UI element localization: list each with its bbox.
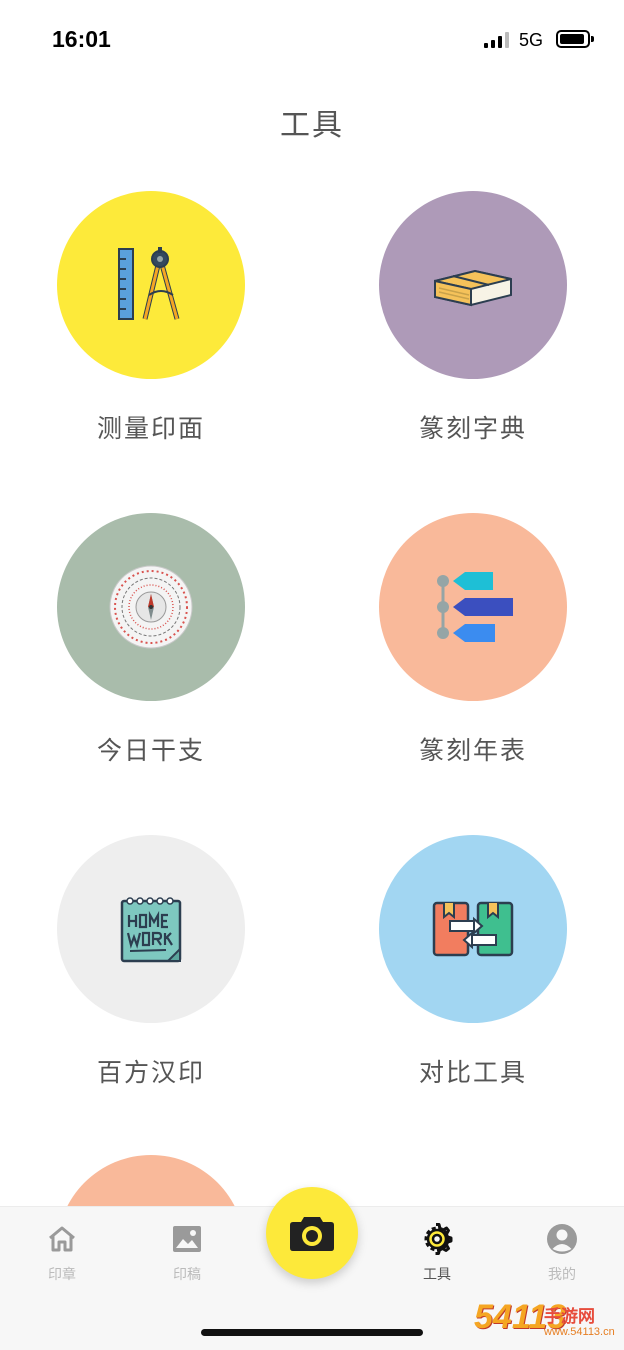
tool-circle[interactable] <box>57 191 245 379</box>
tool-circle[interactable] <box>379 191 567 379</box>
homework-notebook-icon <box>120 897 182 963</box>
tool-label: 测量印面 <box>96 414 205 443</box>
page-title: 工具 <box>280 108 344 143</box>
home-indicator <box>201 1329 423 1336</box>
home-icon <box>45 1222 79 1256</box>
signal-icon <box>484 32 512 48</box>
tool-compare[interactable]: 对比工具 <box>378 835 568 1089</box>
luopan-compass-icon <box>109 565 193 649</box>
gear-icon <box>420 1222 454 1256</box>
site-watermark: 54113 手游网 www.54113.cn <box>474 1298 620 1348</box>
tab-drafts[interactable]: 印稿 <box>147 1222 227 1284</box>
tool-circle[interactable] <box>57 513 245 701</box>
tab-tools[interactable]: 工具 <box>397 1222 477 1284</box>
tab-mine[interactable]: 我的 <box>522 1222 602 1284</box>
status-bar: 16:01 5G <box>0 0 624 80</box>
battery-icon <box>556 30 594 48</box>
tool-hundred-han-seals[interactable]: 百方汉印 <box>56 835 246 1089</box>
tool-label: 今日干支 <box>96 736 205 765</box>
tool-label: 篆刻年表 <box>418 736 527 765</box>
timeline-tags-icon <box>437 572 513 642</box>
tab-label: 我的 <box>548 1267 576 1283</box>
tool-daily-ganzhi[interactable]: 今日干支 <box>56 513 246 767</box>
network-type: 5G <box>519 30 544 50</box>
camera-icon <box>290 1217 334 1251</box>
tab-label: 印稿 <box>173 1267 201 1283</box>
tab-label: 印章 <box>48 1267 76 1283</box>
compare-books-icon <box>432 901 514 957</box>
tool-circle[interactable] <box>379 513 567 701</box>
ruler-compass-icon <box>118 247 180 320</box>
user-icon <box>545 1222 579 1256</box>
watermark-text: 手游网 <box>544 1307 595 1327</box>
watermark-url: www.54113.cn <box>544 1326 615 1338</box>
status-time: 16:01 <box>52 26 111 52</box>
camera-button[interactable] <box>266 1187 358 1279</box>
tool-circle[interactable] <box>379 835 567 1023</box>
tab-label: 工具 <box>423 1267 451 1283</box>
book-icon <box>434 269 512 307</box>
tool-label: 对比工具 <box>418 1058 527 1087</box>
image-icon <box>170 1222 204 1256</box>
tool-circle[interactable] <box>57 835 245 1023</box>
tool-seal-timeline[interactable]: 篆刻年表 <box>378 513 568 767</box>
tab-seals[interactable]: 印章 <box>22 1222 102 1284</box>
tool-label: 百方汉印 <box>96 1058 205 1087</box>
tool-measure-seal[interactable]: 测量印面 <box>56 191 246 445</box>
tool-label: 篆刻字典 <box>418 414 527 443</box>
tool-seal-dictionary[interactable]: 篆刻字典 <box>378 191 568 445</box>
